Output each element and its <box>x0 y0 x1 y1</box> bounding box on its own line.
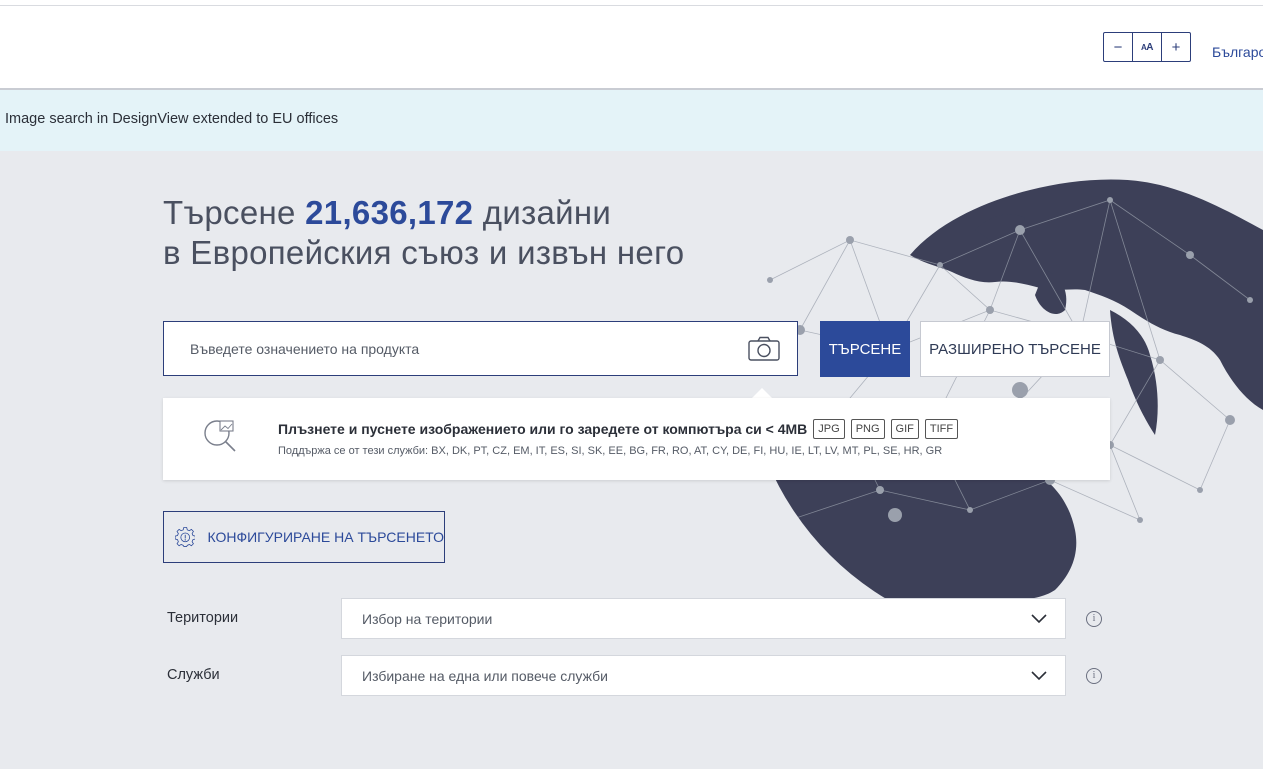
font-increase-button[interactable]: + <box>1161 33 1190 61</box>
font-decrease-button[interactable]: − <box>1104 33 1132 61</box>
page-headline: Търсене 21,636,172 дизайни в Европейския… <box>163 193 684 273</box>
drop-main-text: Плъзнете и пуснете изображението или го … <box>278 421 808 437</box>
globe-illustration <box>745 179 1263 600</box>
headline-prefix: Търсене <box>163 194 306 231</box>
font-size-controls: − AA + <box>1103 32 1191 62</box>
offices-select[interactable]: Избиране на една или повече служби <box>341 655 1066 696</box>
header: − AA + Българо <box>0 6 1263 90</box>
format-badge: JPG <box>813 419 845 439</box>
configure-search-button[interactable]: КОНФИГУРИРАНЕ НА ТЪРСЕНЕТО <box>163 511 445 563</box>
format-badge: GIF <box>890 419 919 439</box>
offices-value: Избиране на една или повече служби <box>362 668 608 684</box>
product-search-input[interactable] <box>188 340 732 358</box>
headline-line2: в Европейския съюз и извън него <box>163 234 685 271</box>
advanced-search-button[interactable]: РАЗШИРЕНО ТЪРСЕНЕ <box>920 321 1110 377</box>
chevron-down-icon <box>1031 671 1047 681</box>
gear-icon <box>175 527 196 547</box>
offices-info-icon[interactable]: i <box>1086 668 1102 684</box>
search-button[interactable]: ТЪРСЕНЕ <box>820 321 910 377</box>
format-badge: TIFF <box>924 419 959 439</box>
image-drop-zone[interactable]: Плъзнете и пуснете изображението или го … <box>163 398 1110 480</box>
supported-offices-text: Поддържа се от тези служби: BX, DK, PT, … <box>278 445 943 457</box>
language-selector[interactable]: Българо <box>1212 44 1263 60</box>
configure-search-label: КОНФИГУРИРАНЕ НА ТЪРСЕНЕТО <box>207 529 444 545</box>
format-badge: PNG <box>850 419 885 439</box>
drop-panel-caret <box>752 388 772 398</box>
territories-label: Територии <box>167 610 239 626</box>
territories-info-icon[interactable]: i <box>1086 611 1102 627</box>
banner-text: Image search in DesignView extended to E… <box>5 111 339 127</box>
search-box <box>163 321 798 376</box>
announcement-banner: Image search in DesignView extended to E… <box>0 90 1263 151</box>
territories-select[interactable]: Избор на територии <box>341 598 1066 639</box>
image-search-icon <box>204 420 236 452</box>
design-count: 21,636,172 <box>305 194 474 231</box>
territories-value: Избор на територии <box>362 611 493 627</box>
offices-label: Служби <box>167 667 220 683</box>
camera-icon[interactable] <box>748 336 780 362</box>
headline-suffix: дизайни <box>473 194 612 231</box>
font-reset-button[interactable]: AA <box>1132 33 1161 61</box>
drop-instructions: Плъзнете и пуснете изображението или го … <box>278 419 959 439</box>
chevron-down-icon <box>1031 614 1047 624</box>
